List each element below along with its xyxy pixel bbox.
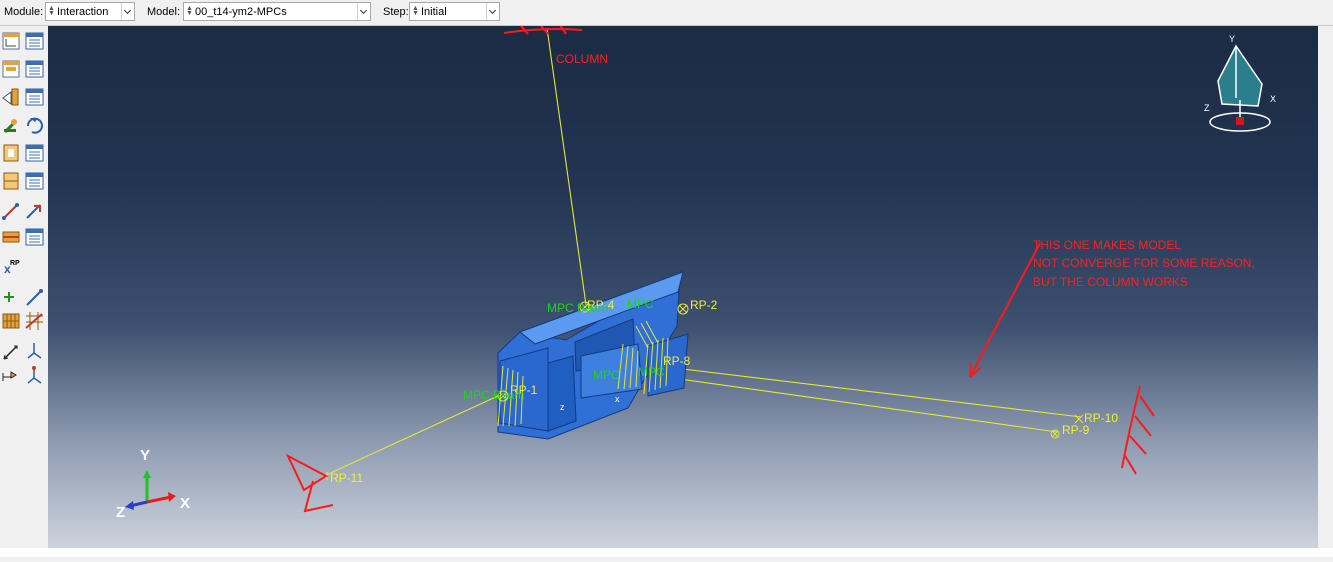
bottom-strip: [0, 548, 1333, 557]
toolbox-icons: x RP: [2, 32, 44, 384]
note-line-3: BUT THE COLUMN WORKS: [1033, 275, 1188, 289]
arrow-head: [969, 362, 981, 378]
create-datum-point-icon[interactable]: [4, 292, 14, 302]
spin-icon: ▲ ▼: [48, 5, 55, 17]
attachment-points-icon[interactable]: [2, 313, 20, 329]
create-datum-line-icon[interactable]: [26, 289, 43, 306]
chevron-down-icon[interactable]: [357, 3, 370, 20]
create-stabilization-icon[interactable]: [3, 144, 19, 162]
create-wire-icon[interactable]: [2, 203, 19, 220]
contact-control-manager-icon[interactable]: [25, 88, 44, 106]
query-icon[interactable]: [3, 345, 18, 360]
arrow-shaft: [969, 242, 1041, 378]
side-plate: [547, 355, 577, 432]
refresh-icon[interactable]: [26, 117, 43, 134]
wire-features: [323, 27, 1082, 477]
rp-label: RP-8: [663, 354, 691, 368]
column-annotation: COLUMN: [556, 52, 608, 66]
wire-rp11: [323, 394, 501, 477]
create-interaction-icon[interactable]: [2, 32, 20, 50]
note-line-1: THIS ONE MAKES MODEL: [1033, 238, 1181, 252]
mpc-label: MPC Beam: [463, 388, 524, 402]
cube-y-label: Y: [1229, 34, 1235, 44]
model-combo[interactable]: ▲ ▼ 00_t14-ym2-MPCs: [183, 2, 371, 21]
toolbox: x RP: [0, 26, 48, 557]
triad-z-label: Z: [116, 504, 125, 521]
cube-z-label: Z: [1204, 103, 1210, 113]
column-wire: [546, 27, 587, 306]
rp-label: RP-2: [690, 298, 718, 312]
viewport[interactable]: RP-4 RP-2 RP-1 RP-8 RP-10 RP-9 RP-11 MPC…: [48, 26, 1318, 548]
interaction-manager-icon[interactable]: [25, 32, 44, 50]
model-label: Model:: [147, 6, 181, 18]
module-label: Module:: [4, 6, 44, 18]
note-line-2: NOT CONVERGE FOR SOME REASON,: [1033, 256, 1255, 270]
triad-y-label: Y: [140, 447, 150, 464]
reference-point-icon[interactable]: x RP: [4, 260, 20, 276]
connector-section-manager-icon[interactable]: [25, 172, 44, 190]
chevron-down-icon[interactable]: [486, 3, 499, 20]
mpc-label: MPC: [638, 365, 665, 379]
interaction-property-manager-icon[interactable]: [25, 60, 44, 78]
red-annotations: [285, 26, 1155, 513]
rp10-fixity-sketch: [1121, 385, 1155, 475]
rp-label: RP-9: [1062, 423, 1090, 437]
wire-rp9: [657, 375, 1058, 433]
mpc-label: MPC: [593, 368, 620, 382]
create-interaction-property-icon[interactable]: [2, 60, 20, 78]
rp-label: RP-11: [330, 471, 363, 485]
create-contact-control-icon[interactable]: [2, 88, 19, 106]
create-fastener-icon[interactable]: [2, 231, 20, 243]
module-value: Interaction: [57, 6, 109, 18]
context-bar: Module: ▲ ▼ Interaction Model: ▲ ▼ 00_t14-…: [0, 0, 1333, 26]
wire-rp10: [657, 365, 1082, 418]
rp-label: RP: [10, 260, 20, 267]
module-combo[interactable]: ▲ ▼ Interaction: [45, 2, 135, 21]
global-triad: Y X Z: [116, 447, 190, 521]
step-combo[interactable]: ▲ ▼ Initial: [409, 2, 500, 21]
connector-assignment-icon[interactable]: [26, 204, 41, 219]
create-constraint-icon[interactable]: [3, 172, 19, 190]
cube-x-label: X: [1270, 94, 1276, 104]
step-value: Initial: [421, 6, 447, 18]
create-csys-icon[interactable]: [27, 366, 42, 384]
chevron-down-icon[interactable]: [121, 3, 134, 20]
view-cube[interactable]: Y X Z: [1204, 34, 1276, 132]
local-csys-label: x: [615, 394, 620, 404]
mpc-label: MPC: [627, 297, 654, 311]
mpc-label: MPC Beam: [547, 301, 608, 315]
triad-x-label: X: [180, 495, 190, 512]
spin-icon: ▲ ▼: [186, 5, 193, 17]
attachment-lines-icon[interactable]: [25, 312, 43, 330]
rp11-sketch: [285, 453, 334, 513]
model-scene: RP-4 RP-2 RP-1 RP-8 RP-10 RP-9 RP-11 MPC…: [116, 26, 1276, 521]
fastener-manager-icon[interactable]: [25, 228, 44, 246]
create-datum-csys-icon[interactable]: [27, 343, 42, 359]
column-fixity-sketch: [503, 26, 583, 35]
rp-markers: [319, 301, 1084, 481]
local-csys-label: z: [560, 402, 565, 412]
create-special-icon[interactable]: [2, 371, 17, 381]
model-value: 00_t14-ym2-MPCs: [195, 6, 287, 18]
right-edge-panel: [1318, 26, 1333, 548]
step-label: Step:: [383, 6, 409, 18]
create-contact-init-icon[interactable]: [3, 119, 17, 134]
spin-icon: ▲ ▼: [412, 5, 419, 17]
constraint-manager-icon[interactable]: [25, 144, 44, 162]
